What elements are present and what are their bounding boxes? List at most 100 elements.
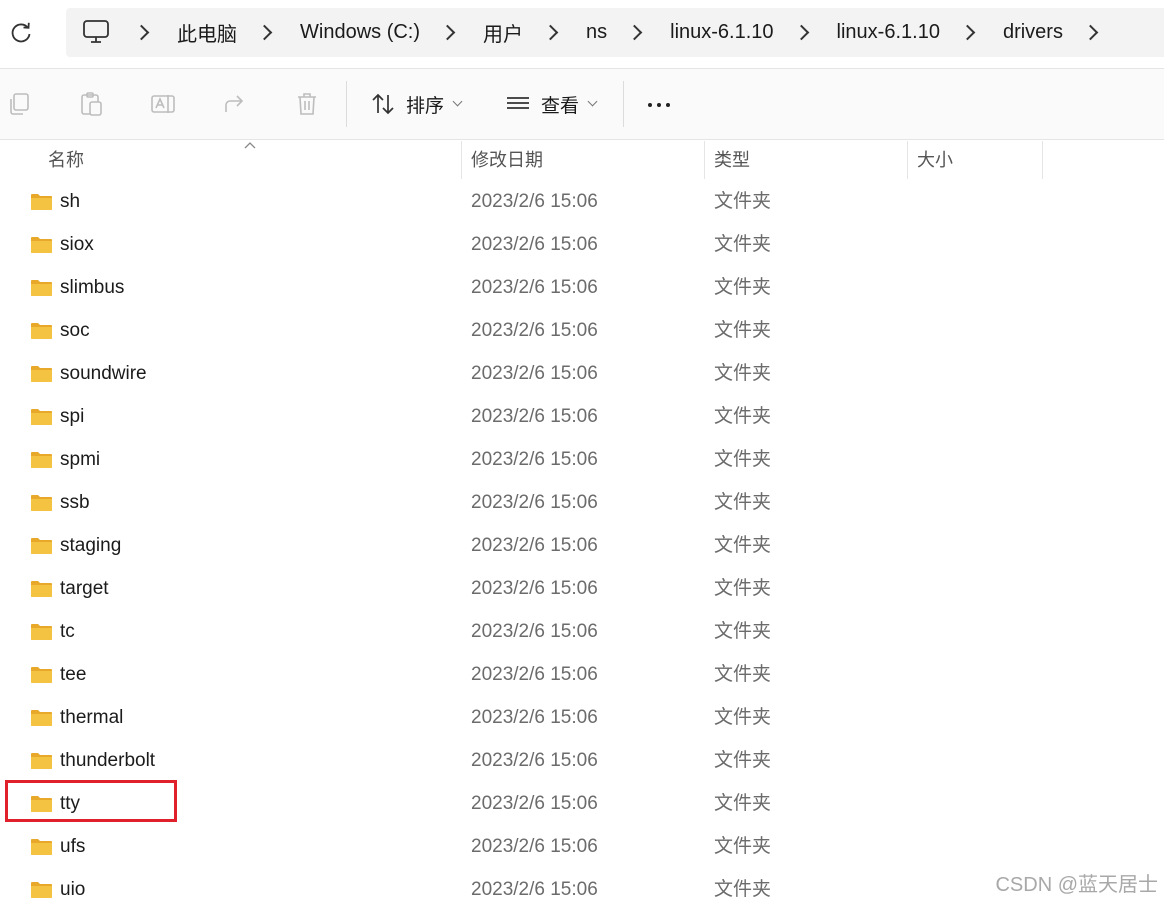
paste-icon[interactable] xyxy=(78,91,104,117)
breadcrumb-item[interactable]: ns xyxy=(586,21,607,44)
file-row[interactable]: tty 2023/2/6 15:06 文件夹 xyxy=(0,783,1164,826)
breadcrumb-items: 此电脑 Windows (C:) 用户 ns linux-6.1.10 linu… xyxy=(128,8,1118,57)
file-type: 文件夹 xyxy=(714,750,772,771)
share-icon[interactable] xyxy=(222,91,248,117)
file-date: 2023/2/6 15:06 xyxy=(471,406,598,427)
chevron-right-icon[interactable] xyxy=(626,24,643,41)
folder-icon xyxy=(31,409,52,425)
file-name: tty xyxy=(60,793,81,814)
watermark: CSDN @蓝天居士 xyxy=(995,874,1158,896)
file-type: 文件夹 xyxy=(714,277,772,298)
file-row[interactable]: staging 2023/2/6 15:06 文件夹 xyxy=(0,525,1164,568)
file-row[interactable]: thermal 2023/2/6 15:06 文件夹 xyxy=(0,697,1164,740)
file-name: tee xyxy=(60,664,87,685)
file-list: sh 2023/2/6 15:06 文件夹 siox 2023/2/6 15:06 文件夹… xyxy=(0,181,1164,912)
file-name: ssb xyxy=(60,492,90,513)
folder-icon xyxy=(31,882,52,898)
folder-icon xyxy=(31,667,52,683)
chevron-right-icon[interactable] xyxy=(959,24,976,41)
column-divider[interactable] xyxy=(704,141,705,179)
column-divider[interactable] xyxy=(907,141,908,179)
column-header-name[interactable]: 名称 xyxy=(48,139,84,181)
file-date: 2023/2/6 15:06 xyxy=(471,836,598,857)
chevron-right-icon[interactable] xyxy=(133,24,150,41)
file-name: slimbus xyxy=(60,277,125,298)
column-divider[interactable] xyxy=(1042,141,1043,179)
file-type: 文件夹 xyxy=(714,320,772,341)
sort-button[interactable]: 排序 xyxy=(370,69,463,139)
file-type: 文件夹 xyxy=(714,234,772,255)
file-date: 2023/2/6 15:06 xyxy=(471,664,598,685)
file-type: 文件夹 xyxy=(714,879,772,900)
file-date: 2023/2/6 15:06 xyxy=(471,578,598,599)
command-bar: 排序 查看 xyxy=(0,68,1164,140)
rename-icon[interactable] xyxy=(150,91,176,117)
chevron-right-icon[interactable] xyxy=(793,24,809,41)
delete-icon[interactable] xyxy=(294,91,320,117)
column-header: 名称 修改日期 类型 大小 xyxy=(0,139,1164,181)
file-type: 文件夹 xyxy=(714,793,772,814)
column-header-date[interactable]: 修改日期 xyxy=(471,139,543,181)
folder-icon xyxy=(31,366,52,382)
file-row[interactable]: sh 2023/2/6 15:06 文件夹 xyxy=(0,181,1164,224)
column-header-type[interactable]: 类型 xyxy=(714,139,750,181)
file-date: 2023/2/6 15:06 xyxy=(471,535,598,556)
file-row[interactable]: soundwire 2023/2/6 15:06 文件夹 xyxy=(0,353,1164,396)
copy-icon[interactable] xyxy=(6,91,32,117)
file-date: 2023/2/6 15:06 xyxy=(471,793,598,814)
file-row[interactable]: tee 2023/2/6 15:06 文件夹 xyxy=(0,654,1164,697)
file-date: 2023/2/6 15:06 xyxy=(471,492,598,513)
view-button[interactable]: 查看 xyxy=(505,69,598,139)
breadcrumb-item[interactable]: Windows (C:) xyxy=(300,21,420,44)
folder-icon xyxy=(31,624,52,640)
file-type: 文件夹 xyxy=(714,535,772,556)
file-date: 2023/2/6 15:06 xyxy=(471,621,598,642)
chevron-right-icon[interactable] xyxy=(256,24,273,41)
file-name: thermal xyxy=(60,707,124,728)
file-row[interactable]: ssb 2023/2/6 15:06 文件夹 xyxy=(0,482,1164,525)
sort-icon xyxy=(372,93,394,115)
computer-icon[interactable] xyxy=(82,19,110,45)
breadcrumb-item[interactable]: 此电脑 xyxy=(177,18,237,47)
refresh-icon[interactable] xyxy=(8,20,34,46)
file-row[interactable]: target 2023/2/6 15:06 文件夹 xyxy=(0,568,1164,611)
column-divider[interactable] xyxy=(461,141,462,179)
file-row[interactable]: spmi 2023/2/6 15:06 文件夹 xyxy=(0,439,1164,482)
file-row[interactable]: soc 2023/2/6 15:06 文件夹 xyxy=(0,310,1164,353)
file-name: tc xyxy=(60,621,75,642)
file-row[interactable]: spi 2023/2/6 15:06 文件夹 xyxy=(0,396,1164,439)
address-bar: 此电脑 Windows (C:) 用户 ns linux-6.1.10 linu… xyxy=(0,0,1164,68)
file-type: 文件夹 xyxy=(714,621,772,642)
file-type: 文件夹 xyxy=(714,449,772,470)
folder-icon xyxy=(31,495,52,511)
breadcrumb-item[interactable]: linux-6.1.10 xyxy=(670,21,773,44)
file-row[interactable]: ufs 2023/2/6 15:06 文件夹 xyxy=(0,826,1164,869)
file-row[interactable]: thunderbolt 2023/2/6 15:06 文件夹 xyxy=(0,740,1164,783)
column-header-size[interactable]: 大小 xyxy=(917,139,953,181)
chevron-right-icon[interactable] xyxy=(1082,24,1099,41)
file-date: 2023/2/6 15:06 xyxy=(471,449,598,470)
file-name: staging xyxy=(60,535,122,556)
file-name: spi xyxy=(60,406,85,427)
file-row[interactable]: siox 2023/2/6 15:06 文件夹 xyxy=(0,224,1164,267)
breadcrumb[interactable]: 此电脑 Windows (C:) 用户 ns linux-6.1.10 linu… xyxy=(66,8,1164,57)
folder-icon xyxy=(31,581,52,597)
breadcrumb-item[interactable]: drivers xyxy=(1003,21,1063,44)
file-row[interactable]: uio 2023/2/6 15:06 文件夹 xyxy=(0,869,1164,912)
file-date: 2023/2/6 15:06 xyxy=(471,320,598,341)
file-date: 2023/2/6 15:06 xyxy=(471,277,598,298)
file-name: spmi xyxy=(60,449,101,470)
chevron-right-icon[interactable] xyxy=(439,24,456,41)
file-name: soundwire xyxy=(60,363,147,384)
file-type: 文件夹 xyxy=(714,578,772,599)
file-type: 文件夹 xyxy=(714,664,772,685)
sort-label: 排序 xyxy=(406,95,445,117)
chevron-right-icon[interactable] xyxy=(542,24,559,41)
file-row[interactable]: slimbus 2023/2/6 15:06 文件夹 xyxy=(0,267,1164,310)
breadcrumb-item[interactable]: linux-6.1.10 xyxy=(837,21,940,44)
file-name: soc xyxy=(60,320,90,341)
file-row[interactable]: tc 2023/2/6 15:06 文件夹 xyxy=(0,611,1164,654)
more-options-icon[interactable] xyxy=(648,103,670,107)
breadcrumb-item[interactable]: 用户 xyxy=(483,18,523,47)
folder-icon xyxy=(31,237,52,253)
